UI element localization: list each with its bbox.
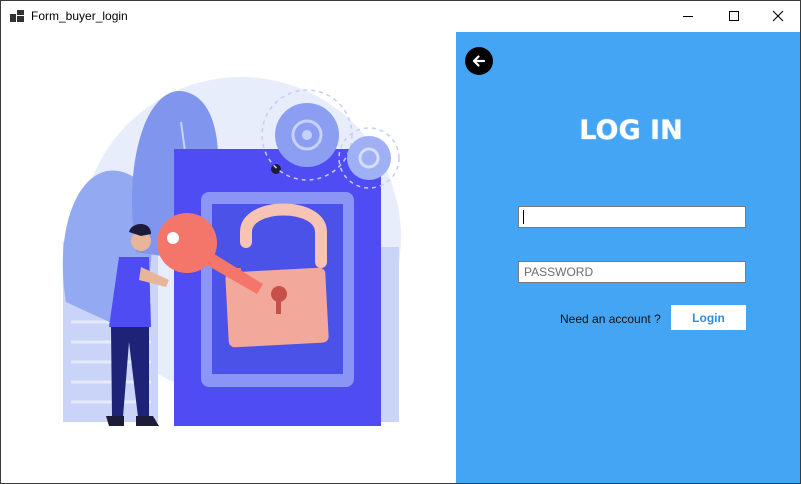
- app-icon: [10, 10, 24, 22]
- window-title: Form_buyer_login: [31, 9, 128, 23]
- arrow-left-icon: [472, 55, 486, 67]
- maximize-button[interactable]: [711, 1, 757, 31]
- login-panel: LOG IN Need an account ? Login: [456, 32, 800, 483]
- login-window: Form_buyer_login LOG IN PASSWORD Need an…: [0, 0, 801, 484]
- close-button[interactable]: [755, 1, 800, 31]
- maximize-icon: [729, 11, 739, 21]
- login-button[interactable]: Login: [671, 305, 746, 330]
- text-caret: [523, 210, 524, 224]
- close-icon: [772, 10, 784, 22]
- security-login-illustration: [1, 32, 456, 483]
- password-input[interactable]: [518, 261, 746, 283]
- title-bar: Form_buyer_login: [1, 1, 800, 31]
- minimize-button[interactable]: [665, 1, 711, 31]
- login-heading: LOG IN: [579, 115, 683, 146]
- need-account-link[interactable]: Need an account ?: [560, 312, 661, 326]
- minimize-icon: [683, 16, 693, 17]
- illustration-graphic: [62, 77, 401, 426]
- username-input[interactable]: [518, 206, 746, 228]
- back-button[interactable]: [465, 47, 493, 75]
